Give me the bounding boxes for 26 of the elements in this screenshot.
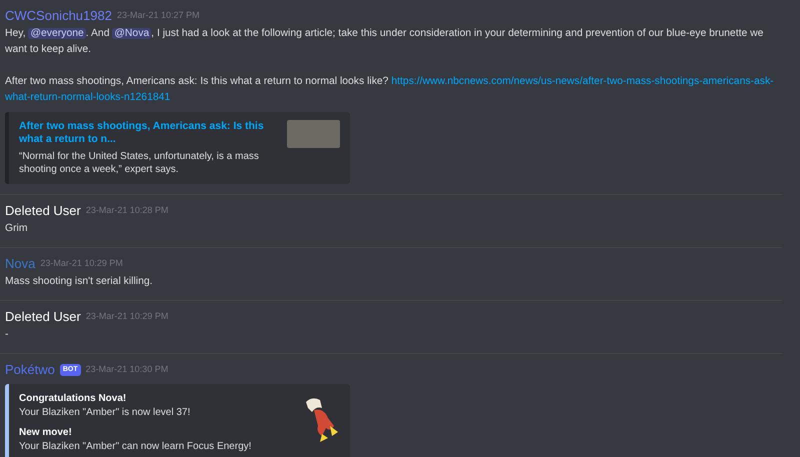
field-name: New move!: [19, 426, 73, 440]
author-name[interactable]: Deleted User: [5, 309, 81, 325]
author-name[interactable]: Pokétwo: [5, 362, 55, 378]
message-timestamp: 23-Mar-21 10:27 PM: [116, 9, 200, 22]
mention-tag[interactable]: @everyone: [28, 28, 86, 39]
message-text: -: [5, 328, 10, 342]
message-timestamp: 23-Mar-21 10:28 PM: [86, 204, 168, 218]
message-timestamp: 23-Mar-21 10:29 PM: [40, 257, 123, 270]
photo-placeholder: [287, 120, 340, 148]
author-name[interactable]: Deleted User: [5, 203, 81, 219]
article-link[interactable]: what-return-normal-looks-n1261841: [5, 92, 170, 103]
author-name[interactable]: Nova: [5, 256, 36, 272]
message-timestamp: 23-Mar-21 10:29 PM: [86, 310, 168, 324]
author-name[interactable]: CWCSonichu1982: [5, 8, 112, 24]
message-text: After two mass shootings, Americans ask: Is this what a return to normal looks like? https://www.nbcnews.com/news/us-news/after-two-mass-shootings-americans-ask- what-return-normal-looks-n1261841: [5, 75, 775, 105]
article-link[interactable]: https://www.nbcnews.com/news/us-news/after-two-mass-shootings-americans-ask-: [391, 76, 774, 87]
field-value: Your Blaziken "Amber" can now learn Focus Energy!: [19, 440, 252, 454]
field-value: Your Blaziken "Amber" is now level 37!: [19, 406, 192, 420]
field-name: Congratulations Nova!: [19, 392, 128, 406]
embed-description: “Normal for the United States, unfortunately, is a mass shooting once a week,” expert says.: [19, 150, 260, 176]
message-text: Mass shooting isn't serial killing.: [5, 275, 154, 289]
mention-tag[interactable]: @Nova: [112, 28, 152, 39]
message-text: Hey, @everyone . And @Nova , I just had a look at the following article; take this under consideration in your determining and prevention of our blue-eye brunette we want to keep alive.: [5, 27, 764, 57]
message-text: Grim: [5, 222, 29, 236]
embed-title[interactable]: After two mass shootings, Americans ask: Is this what a return to n...: [19, 120, 275, 146]
message-timestamp: 23-Mar-21 10:30 PM: [86, 363, 168, 376]
